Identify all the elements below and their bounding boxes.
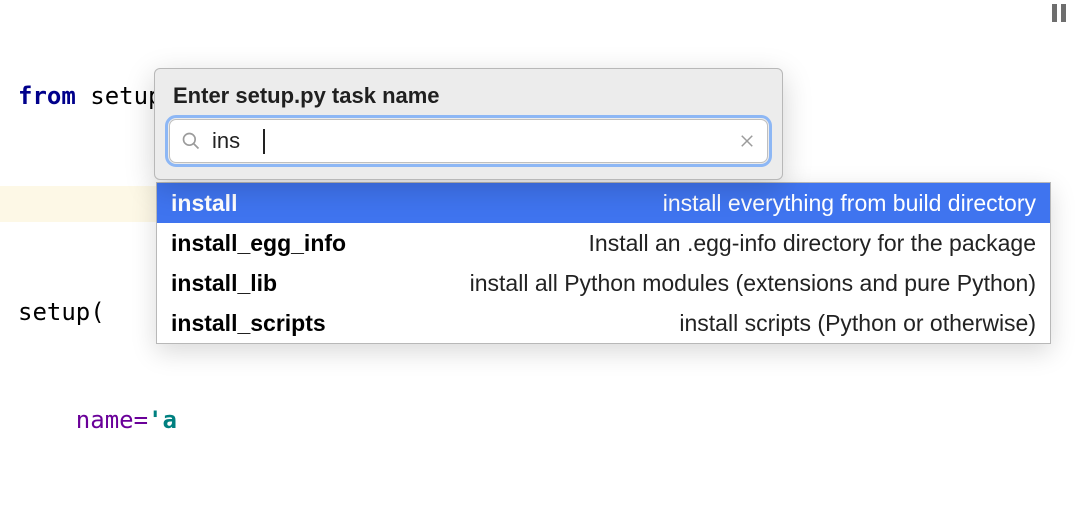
search-field-wrap	[169, 119, 768, 163]
search-input[interactable]	[169, 119, 768, 163]
popup-title: Enter setup.py task name	[155, 69, 782, 119]
suggestion-name: install_scripts	[171, 310, 326, 337]
pause-icon[interactable]	[1052, 4, 1068, 22]
text-caret	[263, 129, 265, 154]
suggestion-list: install install everything from build di…	[156, 182, 1051, 344]
string-literal: 'a	[148, 406, 177, 434]
suggestion-item[interactable]: install_egg_info Install an .egg-info di…	[157, 223, 1050, 263]
suggestion-desc: install all Python modules (extensions a…	[297, 270, 1036, 297]
code-line[interactable]: name='a	[18, 402, 639, 438]
kwarg-name: name=	[76, 406, 148, 434]
keyword-from: from	[18, 82, 76, 110]
suggestion-desc: install scripts (Python or otherwise)	[346, 310, 1036, 337]
close-icon[interactable]	[738, 132, 756, 150]
suggestion-name: install_egg_info	[171, 230, 346, 257]
function-call: setup(	[18, 298, 105, 326]
search-icon	[181, 131, 201, 151]
suggestion-desc: Install an .egg-info directory for the p…	[366, 230, 1036, 257]
suggestion-name: install	[171, 190, 237, 217]
suggestion-name: install_lib	[171, 270, 277, 297]
suggestion-item[interactable]: install_scripts install scripts (Python …	[157, 303, 1050, 343]
suggestion-item[interactable]: install install everything from build di…	[157, 183, 1050, 223]
suggestion-item[interactable]: install_lib install all Python modules (…	[157, 263, 1050, 303]
task-popup: Enter setup.py task name	[154, 68, 783, 180]
suggestion-desc: install everything from build directory	[257, 190, 1036, 217]
